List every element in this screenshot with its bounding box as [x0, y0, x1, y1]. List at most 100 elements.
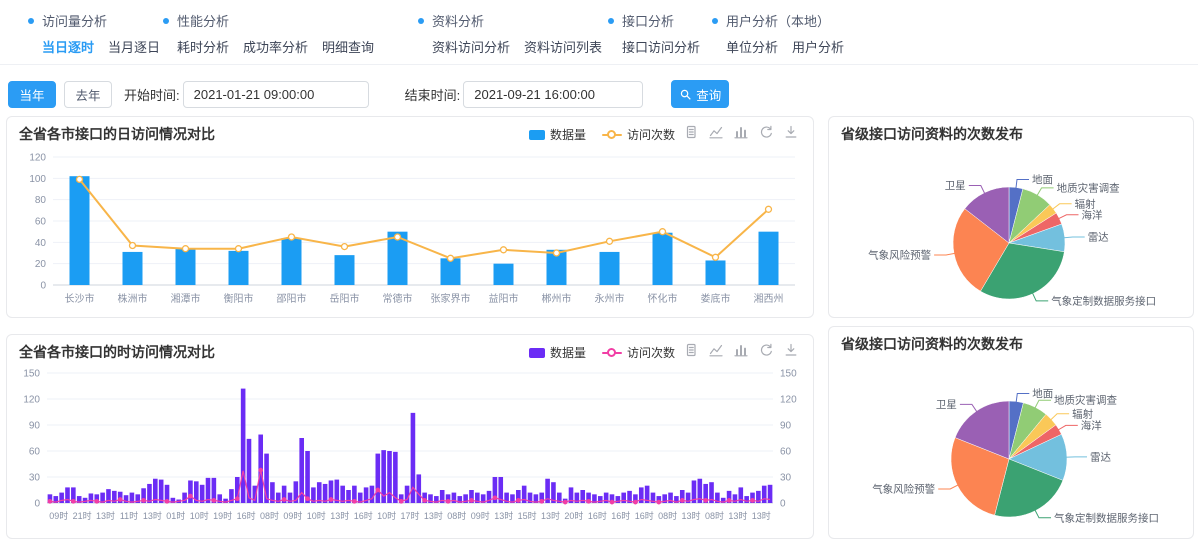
pie-label: 雷达 [1090, 451, 1112, 463]
current-year-button[interactable]: 当年 [8, 81, 56, 108]
pie-label-line [1063, 237, 1085, 238]
panel-header: 全省各市接口的日访问情况对比 数据量访问次数 [7, 117, 813, 147]
nav-item[interactable]: 资料访问分析 [432, 37, 510, 56]
last-year-button[interactable]: 去年 [64, 81, 112, 108]
nav-group-title: 用户分析（本地） [712, 11, 844, 30]
bar-series[interactable] [70, 176, 779, 285]
svg-text:16时: 16时 [354, 510, 373, 521]
line-marker [236, 497, 239, 500]
pie-label-line [1034, 400, 1051, 409]
bullet-icon [712, 18, 718, 24]
nav-group: 资料分析资料访问分析资料访问列表 [418, 11, 602, 56]
svg-text:湘西州: 湘西州 [754, 292, 784, 305]
pie-label: 气象风险预警 [868, 249, 931, 262]
svg-text:13时: 13时 [681, 510, 700, 521]
svg-text:40: 40 [35, 238, 47, 249]
data-view-icon[interactable] [683, 342, 699, 358]
svg-text:13时: 13时 [494, 510, 513, 521]
nav-item[interactable]: 单位分析 [726, 37, 778, 56]
pie2-title: 省级接口访问资料的次数发布 [841, 336, 1181, 352]
nav-item[interactable]: 明细查询 [322, 37, 374, 56]
legend-item[interactable]: 数据量 [529, 344, 586, 361]
line-marker [660, 229, 666, 235]
province-pie-chart-1[interactable]: 地面地质灾害调查辐射海洋雷达气象定制数据服务接口气象风险预警卫星 [829, 147, 1193, 317]
legend-bar-swatch [529, 130, 545, 140]
svg-text:郴州市: 郴州市 [542, 292, 572, 305]
svg-text:邵阳市: 邵阳市 [277, 292, 307, 305]
svg-text:长沙市: 长沙市 [65, 292, 95, 305]
svg-text:100: 100 [29, 174, 46, 185]
pie-label-line [1052, 204, 1072, 210]
start-time-input[interactable] [183, 81, 369, 108]
pie-label: 海洋 [1081, 419, 1102, 432]
svg-text:常德市: 常德市 [383, 292, 413, 305]
daily-combo-chart[interactable]: 020406080100120长沙市株洲市湘潭市衡阳市邵阳市岳阳市常德市张家界市… [7, 147, 813, 315]
chart-toolbox [683, 124, 799, 140]
nav-group-label: 访问量分析 [42, 11, 107, 30]
line-marker [282, 498, 285, 501]
svg-text:80: 80 [35, 195, 47, 206]
search-icon [679, 88, 692, 101]
end-time-label: 结束时间: [405, 85, 461, 104]
bar-type-icon[interactable] [733, 124, 749, 140]
svg-text:19时: 19时 [213, 510, 232, 521]
hourly-chart-legend: 数据量访问次数 [529, 344, 675, 361]
line-marker [353, 500, 356, 503]
line-marker [142, 499, 145, 502]
restore-icon[interactable] [758, 124, 774, 140]
pie-label-line [938, 484, 959, 489]
data-view-icon[interactable] [683, 124, 699, 140]
pie-label: 地面 [1032, 173, 1053, 186]
bar-series[interactable] [48, 389, 773, 503]
nav-item[interactable]: 耗时分析 [177, 37, 229, 56]
line-marker [329, 498, 332, 501]
province-pie-chart-2[interactable]: 地面地质灾害调查辐射海洋雷达气象定制数据服务接口气象风险预警卫星 [829, 357, 1193, 538]
nav-group-label: 用户分析（本地） [726, 11, 830, 30]
hourly-combo-chart[interactable]: 0030306060909012012015015009时21时13时11时13… [7, 365, 813, 536]
nav-group: 访问量分析当日逐时当月逐日 [28, 11, 160, 56]
bar-type-icon[interactable] [733, 342, 749, 358]
line-type-icon[interactable] [708, 124, 724, 140]
svg-text:21时: 21时 [73, 510, 92, 521]
nav-group: 性能分析耗时分析成功率分析明细查询 [163, 11, 374, 56]
pie-label: 地质灾害调查 [1054, 394, 1117, 407]
pie1-title: 省级接口访问资料的次数发布 [841, 126, 1181, 142]
line-marker [704, 499, 707, 502]
province-pie-panel-1: 省级接口访问资料的次数发布 地面地质灾害调查辐射海洋雷达气象定制数据服务接口气象… [828, 116, 1194, 318]
dashboard-page: 访问量分析当日逐时当月逐日性能分析耗时分析成功率分析明细查询资料分析资料访问分析… [0, 0, 1198, 547]
legend-item[interactable]: 访问次数 [602, 344, 675, 361]
svg-text:13时: 13时 [728, 510, 747, 521]
query-button-label: 查询 [696, 85, 721, 104]
nav-item[interactable]: 用户分析 [792, 37, 844, 56]
svg-text:13时: 13时 [143, 510, 162, 521]
nav-item[interactable]: 接口访问分析 [622, 37, 700, 56]
nav-item[interactable]: 成功率分析 [243, 37, 308, 56]
svg-text:岳阳市: 岳阳市 [330, 292, 360, 305]
svg-text:16时: 16时 [611, 510, 630, 521]
end-time-input[interactable] [463, 81, 643, 108]
line-marker [540, 500, 543, 503]
legend-item[interactable]: 数据量 [529, 126, 586, 143]
line-marker [77, 176, 83, 182]
legend-item[interactable]: 访问次数 [602, 126, 675, 143]
svg-text:10时: 10时 [307, 510, 326, 521]
nav-item[interactable]: 资料访问列表 [524, 37, 602, 56]
nav-group-title: 接口分析 [608, 11, 700, 30]
save-image-icon[interactable] [783, 124, 799, 140]
daily-access-compare-panel: 全省各市接口的日访问情况对比 数据量访问次数 020406080100120长沙… [6, 116, 814, 318]
line-marker [751, 499, 754, 502]
nav-item[interactable]: 当日逐时 [42, 37, 94, 56]
restore-icon[interactable] [758, 342, 774, 358]
line-type-icon[interactable] [708, 342, 724, 358]
svg-text:永州市: 永州市 [595, 292, 625, 305]
nav-item[interactable]: 当月逐日 [108, 37, 160, 56]
panel-header: 全省各市接口的时访问情况对比 数据量访问次数 [7, 335, 813, 365]
svg-text:09时: 09时 [471, 510, 490, 521]
pie-label: 地质灾害调查 [1057, 181, 1120, 194]
svg-text:01时: 01时 [166, 510, 185, 521]
svg-text:娄底市: 娄底市 [701, 292, 731, 305]
query-button[interactable]: 查询 [671, 80, 729, 108]
svg-text:08时: 08时 [447, 510, 466, 521]
svg-text:15时: 15时 [518, 510, 537, 521]
save-image-icon[interactable] [783, 342, 799, 358]
